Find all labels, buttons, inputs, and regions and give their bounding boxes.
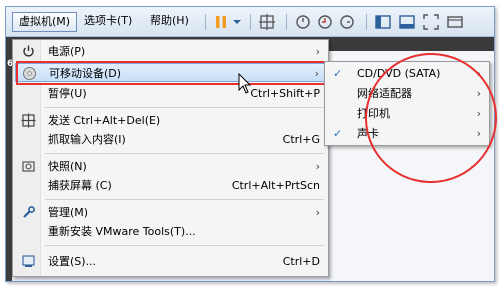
vmware-toolbar: 虚拟机(M) 选项卡(T) 帮助(H) bbox=[6, 7, 494, 37]
menu-item-manage[interactable]: 管理(M) › bbox=[15, 203, 326, 222]
menu-item-label: 捕获屏幕 (C) bbox=[48, 179, 112, 192]
fullscreen-icon[interactable] bbox=[422, 13, 440, 31]
menu-tabs[interactable]: 选项卡(T) bbox=[78, 12, 138, 32]
menu-separator bbox=[45, 199, 324, 200]
power-icon bbox=[23, 45, 34, 57]
toolbar-separator bbox=[286, 14, 287, 30]
checkmark-icon: ✓ bbox=[333, 67, 343, 80]
send-keys-icon[interactable] bbox=[258, 13, 276, 31]
console-view-icon[interactable] bbox=[398, 13, 416, 31]
menu-item-label: 抓取输入内容(I) bbox=[48, 133, 126, 146]
toolbar-separator bbox=[205, 14, 206, 30]
menu-separator bbox=[45, 153, 324, 154]
toolbar-separator bbox=[250, 14, 251, 30]
wrench-icon bbox=[23, 206, 35, 218]
chevron-down-icon[interactable] bbox=[232, 13, 242, 31]
toolbar-separator bbox=[366, 14, 367, 30]
menu-separator bbox=[45, 245, 324, 246]
menu-item-snapshot[interactable]: 快照(N) › bbox=[15, 157, 326, 176]
snapshot-revert-icon[interactable] bbox=[316, 13, 334, 31]
menu-help[interactable]: 帮助(H) bbox=[144, 12, 195, 32]
pause-icon[interactable] bbox=[212, 13, 230, 31]
menu-item-send-ctrl-alt-del[interactable]: 发送 Ctrl+Alt+Del(E) bbox=[15, 111, 326, 130]
submenu-arrow-icon: › bbox=[315, 160, 320, 173]
menu-item-label: 设置(S)... bbox=[48, 255, 97, 268]
menu-item-label: 快照(N) bbox=[48, 160, 87, 173]
menu-item-reinstall-vmware-tools[interactable]: 重新安装 VMware Tools(T)... bbox=[15, 222, 326, 241]
sidebar-view-icon[interactable] bbox=[374, 13, 392, 31]
submenu-arrow-icon: › bbox=[315, 206, 320, 219]
menu-item-shortcut: Ctrl+D bbox=[282, 255, 320, 268]
menu-item-pause[interactable]: 暂停(U) Ctrl+Shift+P bbox=[15, 84, 326, 103]
snapshot-manager-icon[interactable] bbox=[338, 13, 356, 31]
menu-vm[interactable]: 虚拟机(M) bbox=[12, 12, 78, 32]
menu-item-settings[interactable]: 设置(S)... Ctrl+D bbox=[15, 252, 326, 271]
menu-separator bbox=[45, 107, 324, 108]
menu-item-capture-screen[interactable]: 捕获屏幕 (C) Ctrl+Alt+PrtScn bbox=[15, 176, 326, 195]
highlight-annotation bbox=[16, 61, 326, 85]
keyboard-icon bbox=[21, 113, 36, 128]
settings-icon bbox=[22, 255, 35, 267]
menu-item-grab-input[interactable]: 抓取输入内容(I) Ctrl+G bbox=[15, 130, 326, 149]
menu-item-label: 发送 Ctrl+Alt+Del(E) bbox=[48, 114, 161, 127]
menu-item-label: 重新安装 VMware Tools(T)... bbox=[48, 225, 196, 238]
menu-item-power[interactable]: 电源(P) › bbox=[15, 42, 326, 61]
menu-item-shortcut: Ctrl+Alt+PrtScn bbox=[231, 179, 320, 192]
menu-item-label: 电源(P) bbox=[48, 45, 86, 58]
menu-item-shortcut: Ctrl+Shift+P bbox=[250, 87, 320, 100]
snapshot-icon bbox=[22, 161, 35, 172]
snapshot-take-icon[interactable] bbox=[294, 13, 312, 31]
unity-view-icon[interactable] bbox=[446, 13, 464, 31]
menu-item-label: 管理(M) bbox=[48, 206, 89, 219]
submenu-arrow-icon: › bbox=[315, 45, 320, 58]
mouse-cursor-icon bbox=[238, 73, 252, 94]
checkmark-icon: ✓ bbox=[333, 127, 343, 140]
menu-item-shortcut: Ctrl+G bbox=[282, 133, 320, 146]
menu-item-label: 暂停(U) bbox=[48, 87, 87, 100]
